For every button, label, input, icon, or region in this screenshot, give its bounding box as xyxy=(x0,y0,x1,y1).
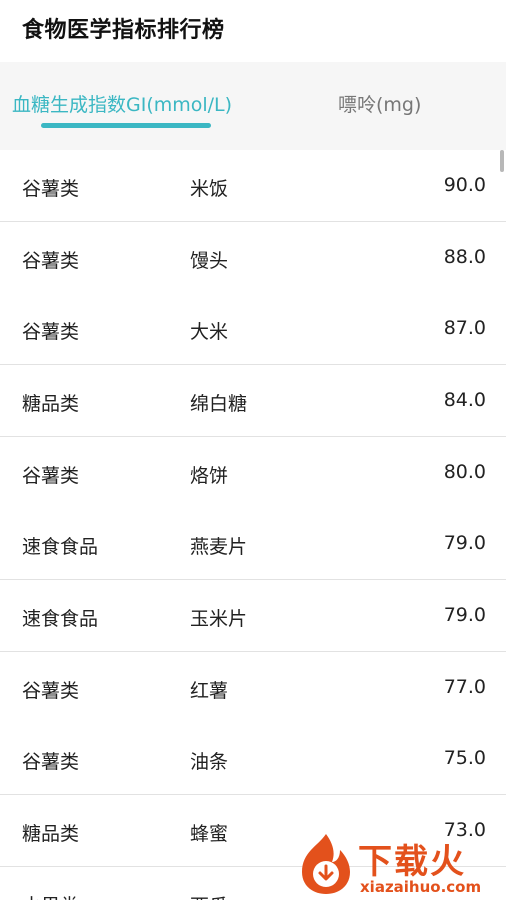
category-label: 糖品类 xyxy=(22,393,80,415)
list-item[interactable]: 糖品类 绵白糖 84.0 xyxy=(0,365,506,437)
category-label: 谷薯类 xyxy=(22,465,80,487)
gi-value: 75.0 xyxy=(443,747,486,769)
food-name: 馒头 xyxy=(190,250,229,272)
list-item[interactable]: 速食食品 玉米片 79.0 xyxy=(0,580,506,652)
food-name: 绵白糖 xyxy=(190,393,248,415)
ranking-list[interactable]: 谷薯类 米饭 90.0 谷薯类 馒头 88.0 谷薯类 大米 87.0 糖品类 … xyxy=(0,150,506,900)
food-name: 红薯 xyxy=(190,680,229,702)
gi-value: 88.0 xyxy=(443,246,486,268)
watermark-url: xiazaihuo.com xyxy=(360,878,482,896)
list-item[interactable]: 谷薯类 烙饼 80.0 xyxy=(0,437,506,509)
tab-bar: 血糖生成指数GI(mmol/L) 嘌呤(mg) xyxy=(0,62,506,150)
food-name: 油条 xyxy=(190,751,229,773)
food-name: 烙饼 xyxy=(190,465,229,487)
food-name: 蜂蜜 xyxy=(190,823,229,845)
category-label: 谷薯类 xyxy=(22,680,80,702)
category-label: 谷薯类 xyxy=(22,178,80,200)
list-item[interactable]: 谷薯类 米饭 90.0 xyxy=(0,150,506,222)
list-item[interactable]: 谷薯类 大米 87.0 xyxy=(0,293,506,365)
tab-gi[interactable]: 血糖生成指数GI(mmol/L) xyxy=(12,90,232,117)
watermark: 下载火 xiazaihuo.com xyxy=(296,828,506,900)
list-item[interactable]: 谷薯类 红薯 77.0 xyxy=(0,652,506,724)
category-label: 糖品类 xyxy=(22,823,80,845)
flame-logo-icon xyxy=(302,834,350,894)
tab-purine[interactable]: 嘌呤(mg) xyxy=(338,90,421,117)
gi-value: 84.0 xyxy=(443,389,486,411)
category-label: 速食食品 xyxy=(22,608,99,630)
active-tab-indicator xyxy=(41,123,211,128)
watermark-brand: 下载火 xyxy=(358,842,466,882)
list-item[interactable]: 谷薯类 油条 75.0 xyxy=(0,723,506,795)
gi-value: 87.0 xyxy=(443,317,486,339)
food-name: 玉米片 xyxy=(190,608,248,630)
category-label: 速食食品 xyxy=(22,536,99,558)
gi-value: 80.0 xyxy=(443,461,486,483)
gi-value: 77.0 xyxy=(443,676,486,698)
food-name: 米饭 xyxy=(190,178,229,200)
app-header: 食物医学指标排行榜 xyxy=(0,0,506,62)
page-title: 食物医学指标排行榜 xyxy=(22,18,225,43)
gi-value: 79.0 xyxy=(443,532,486,554)
food-name: 大米 xyxy=(190,321,229,343)
category-label: 水果类 xyxy=(22,891,79,900)
category-label: 谷薯类 xyxy=(22,321,80,343)
list-item[interactable]: 速食食品 燕麦片 79.0 xyxy=(0,508,506,580)
gi-value: 79.0 xyxy=(443,604,486,626)
category-label: 谷薯类 xyxy=(22,250,80,272)
category-label: 谷薯类 xyxy=(22,751,80,773)
list-scrollbar[interactable] xyxy=(500,150,504,172)
food-name: 西瓜 xyxy=(190,891,228,900)
food-name: 燕麦片 xyxy=(190,536,248,558)
list-item[interactable]: 谷薯类 馒头 88.0 xyxy=(0,222,506,294)
gi-value: 90.0 xyxy=(443,174,486,196)
